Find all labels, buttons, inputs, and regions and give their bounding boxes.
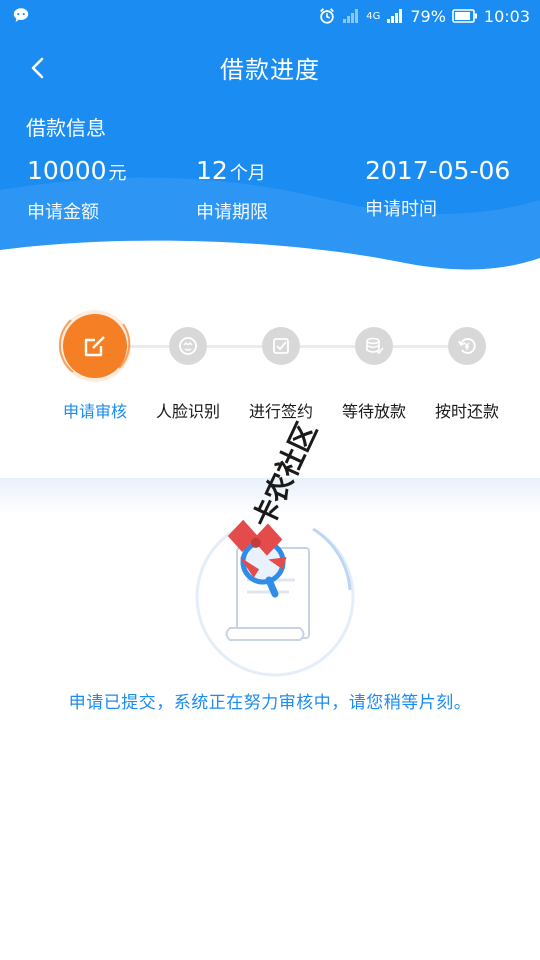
- step-await-circle: [355, 327, 393, 365]
- section-divider: [0, 478, 540, 514]
- check-square-icon: [273, 338, 289, 354]
- status-bar: 4G 79% 10:03: [0, 0, 540, 32]
- network-type: 4G: [366, 10, 381, 22]
- signal-icon: [387, 9, 403, 23]
- loan-amount-unit: 元: [108, 163, 127, 184]
- loan-term-unit: 个月: [229, 163, 266, 184]
- loan-term: 12 个月 申请期限: [196, 155, 268, 224]
- page-title: 借款进度: [220, 56, 320, 84]
- battery-icon: [452, 9, 477, 23]
- loan-term-value: 12 个月: [196, 155, 268, 190]
- loan-amount-number: 10000: [27, 156, 107, 185]
- loan-amount-label: 申请金额: [27, 202, 99, 223]
- signal-icon-sim1: [343, 9, 359, 23]
- step-review-circle: [63, 314, 127, 378]
- step-face-circle: [169, 327, 207, 365]
- loan-date: 2017-05-06 申请时间: [365, 155, 510, 221]
- loan-date-value: 2017-05-06: [365, 155, 510, 187]
- step-sign-circle: [262, 327, 300, 365]
- step-repay[interactable]: 按时还款: [412, 300, 522, 440]
- alarm-icon: [320, 8, 335, 24]
- status-right-group: 4G 79% 10:03: [318, 5, 530, 27]
- loan-term-number: 12: [196, 156, 228, 185]
- step-repay-circle: [448, 327, 486, 365]
- status-message: 申请已提交，系统正在努力审核中，请您稍等片刻。: [68, 693, 472, 713]
- loan-amount-value: 10000 元: [27, 155, 127, 190]
- face-icon: [179, 337, 197, 355]
- step-repay-label: 按时还款: [434, 402, 499, 421]
- progress-steps: 申请审核 人脸识别 进行签约 等待放款 按时还款: [0, 300, 540, 460]
- loan-info-row: 10000 元 申请金额 12 个月 申请期限 2017-05-06 申请时间: [0, 155, 540, 225]
- loan-date-label: 申请时间: [365, 199, 437, 220]
- loan-amount: 10000 元 申请金额: [27, 155, 127, 224]
- edit-icon: [84, 336, 105, 357]
- loan-info-title: 借款信息: [26, 116, 106, 140]
- loan-date-number: 2017-05-06: [365, 156, 511, 185]
- loan-term-label: 申请期限: [196, 202, 268, 223]
- coin-stack-icon: [366, 337, 384, 355]
- battery-percent: 79%: [410, 6, 446, 26]
- nav-bar: 借款进度: [0, 40, 540, 96]
- reviewing-illustration: [195, 523, 355, 677]
- clock-time: 10:03: [483, 6, 530, 26]
- repay-icon: [458, 338, 476, 354]
- chat-bubble-icon: [13, 8, 29, 23]
